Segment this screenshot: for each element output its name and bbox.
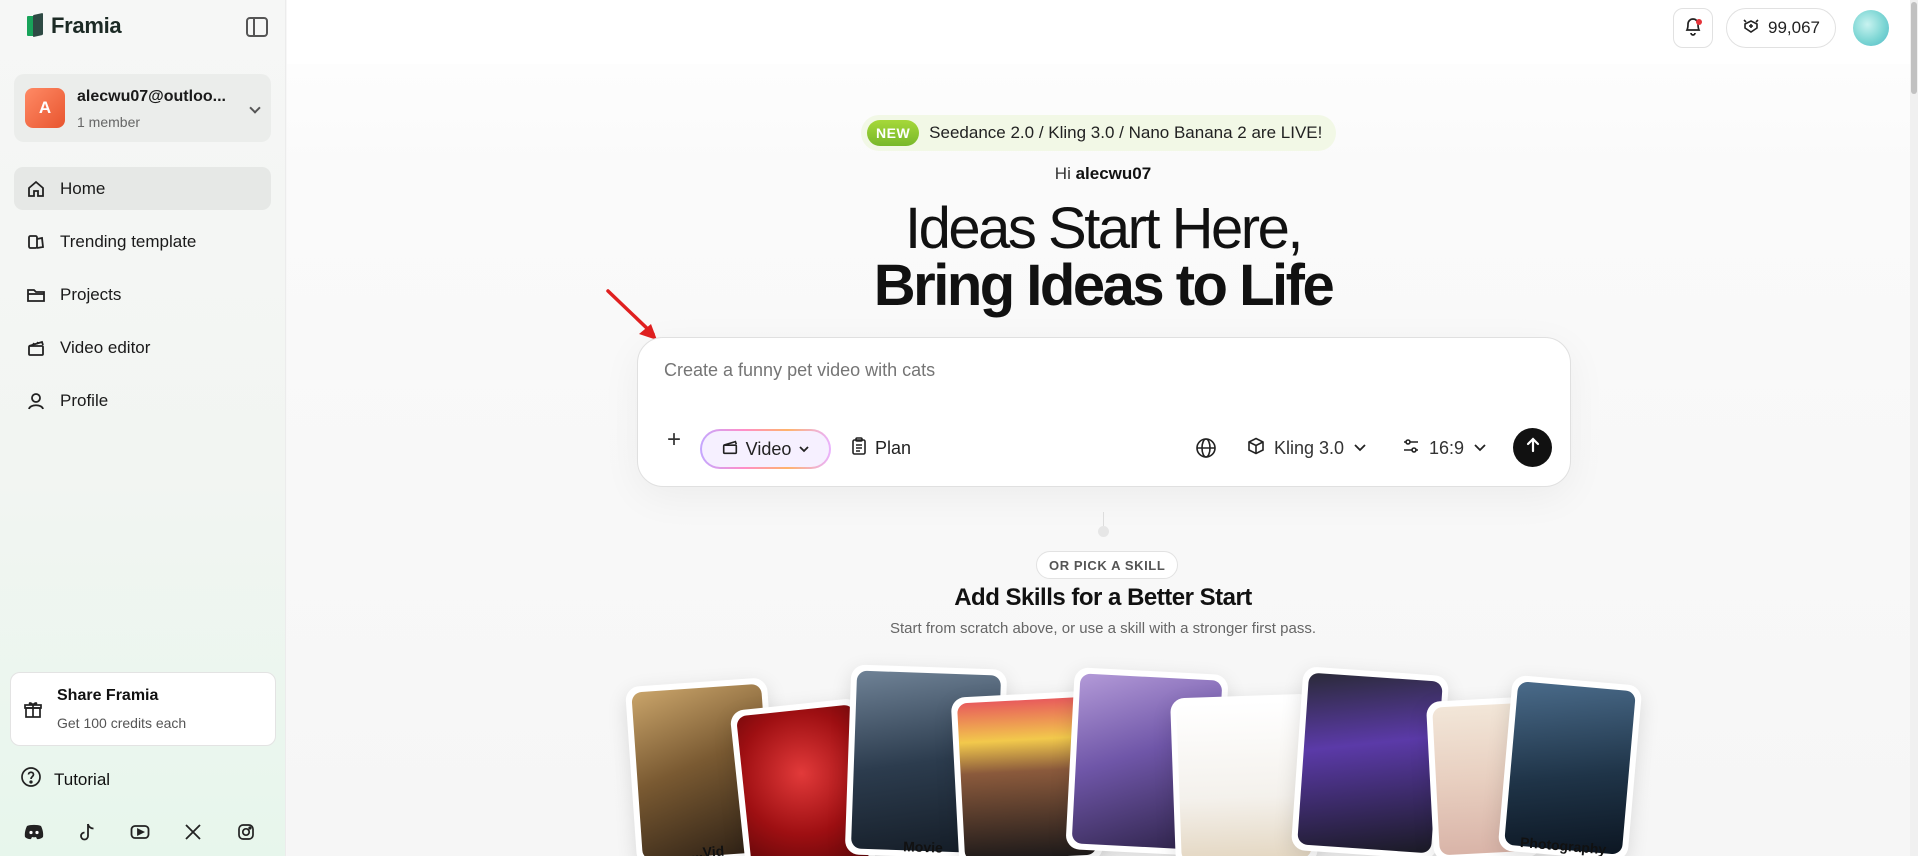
page-scrollbar[interactable] bbox=[1910, 0, 1918, 856]
share-title: Share Framia bbox=[57, 687, 159, 704]
skill-card-image bbox=[1504, 681, 1636, 855]
announcement-text: Seedance 2.0 / Kling 3.0 / Nano Banana 2… bbox=[929, 123, 1323, 142]
clipboard-icon bbox=[851, 437, 867, 460]
notification-dot bbox=[1696, 19, 1702, 25]
sidebar-toggle-icon[interactable] bbox=[246, 17, 268, 37]
framia-logo-icon bbox=[27, 12, 45, 38]
skill-card[interactable] bbox=[1290, 666, 1450, 856]
new-badge: NEW bbox=[867, 120, 920, 146]
credits-icon bbox=[1742, 17, 1760, 40]
skill-card-image bbox=[1297, 672, 1443, 854]
chevron-down-icon bbox=[798, 439, 810, 460]
mode-label: Video bbox=[745, 438, 792, 459]
sidebar-item-profile[interactable]: Profile bbox=[14, 379, 271, 422]
tutorial-link[interactable]: Tutorial bbox=[20, 766, 110, 793]
cube-icon bbox=[1247, 437, 1265, 460]
user-icon bbox=[26, 391, 46, 411]
gift-icon bbox=[23, 700, 43, 725]
top-bar bbox=[287, 0, 1910, 64]
greeting-username: alecwu07 bbox=[1075, 164, 1152, 183]
aspect-ratio-selector[interactable]: 16:9 bbox=[1402, 437, 1487, 460]
add-attachment-button[interactable]: + bbox=[664, 428, 684, 453]
model-selector[interactable]: Kling 3.0 bbox=[1247, 437, 1367, 460]
greeting: Hi alecwu07 bbox=[0, 164, 1918, 184]
prompt-input[interactable] bbox=[664, 360, 1264, 381]
settings-sliders-icon bbox=[1402, 437, 1420, 460]
scrollbar-thumb[interactable] bbox=[1911, 2, 1917, 94]
sidebar-item-video-editor[interactable]: Video editor bbox=[14, 326, 271, 369]
chevron-down-icon bbox=[1353, 438, 1367, 459]
workspace-members: 1 member bbox=[77, 114, 141, 130]
sidebar-item-label: Video editor bbox=[60, 337, 151, 357]
chevron-down-icon bbox=[249, 102, 261, 114]
plan-label: Plan bbox=[875, 438, 912, 458]
arrow-up-icon bbox=[1524, 436, 1542, 459]
prompt-composer: + Video Plan Kling 3.0 bbox=[637, 337, 1571, 487]
plan-button[interactable]: Plan bbox=[851, 437, 911, 460]
skills-subtitle: Start from scratch above, or use a skill… bbox=[890, 620, 1316, 637]
help-icon bbox=[20, 766, 42, 793]
pick-skill-chip: OR PICK A SKILL bbox=[1036, 551, 1179, 579]
share-card[interactable]: Share Framia Get 100 credits each bbox=[10, 672, 276, 746]
x-icon[interactable] bbox=[183, 822, 203, 842]
announcement-banner[interactable]: NEW Seedance 2.0 / Kling 3.0 / Nano Bana… bbox=[861, 115, 1337, 151]
brand[interactable]: Framia bbox=[27, 12, 122, 39]
send-button[interactable] bbox=[1513, 428, 1552, 467]
credits-badge[interactable]: 99,067 bbox=[1726, 8, 1836, 48]
sidebar: Framia A alecwu07@outloo... 1 member Hom… bbox=[0, 0, 286, 856]
credits-value: 99,067 bbox=[1768, 18, 1820, 37]
brand-name: Framia bbox=[51, 13, 122, 38]
hero-line-2: Bring Ideas to Life bbox=[873, 253, 1335, 318]
chevron-down-icon bbox=[1473, 438, 1487, 459]
sidebar-item-label: Profile bbox=[60, 390, 109, 410]
workspace-avatar: A bbox=[25, 88, 65, 128]
skill-card[interactable]: Photography bbox=[1497, 674, 1643, 856]
ratio-label: 16:9 bbox=[1429, 438, 1465, 458]
user-avatar[interactable] bbox=[1853, 10, 1889, 46]
workspace-switcher[interactable]: A alecwu07@outloo... 1 member bbox=[14, 74, 271, 142]
social-links bbox=[24, 822, 256, 842]
clapper-icon bbox=[26, 338, 46, 358]
globe-icon[interactable] bbox=[1195, 437, 1217, 464]
skills-title: Add Skills for a Better Start bbox=[954, 584, 1252, 611]
mode-selector[interactable]: Video bbox=[700, 429, 831, 469]
discord-icon[interactable] bbox=[24, 822, 44, 842]
instagram-icon[interactable] bbox=[236, 822, 256, 842]
share-subtitle: Get 100 credits each bbox=[57, 715, 187, 731]
notifications-button[interactable] bbox=[1673, 8, 1713, 48]
youtube-icon[interactable] bbox=[130, 822, 150, 842]
connector-dot bbox=[1098, 526, 1109, 537]
greeting-prefix: Hi bbox=[1054, 164, 1071, 183]
tutorial-label: Tutorial bbox=[54, 769, 111, 789]
model-label: Kling 3.0 bbox=[1274, 438, 1345, 458]
clapper-icon bbox=[721, 438, 739, 461]
tiktok-icon[interactable] bbox=[77, 822, 97, 842]
workspace-name: alecwu07@outloo... bbox=[77, 88, 226, 105]
